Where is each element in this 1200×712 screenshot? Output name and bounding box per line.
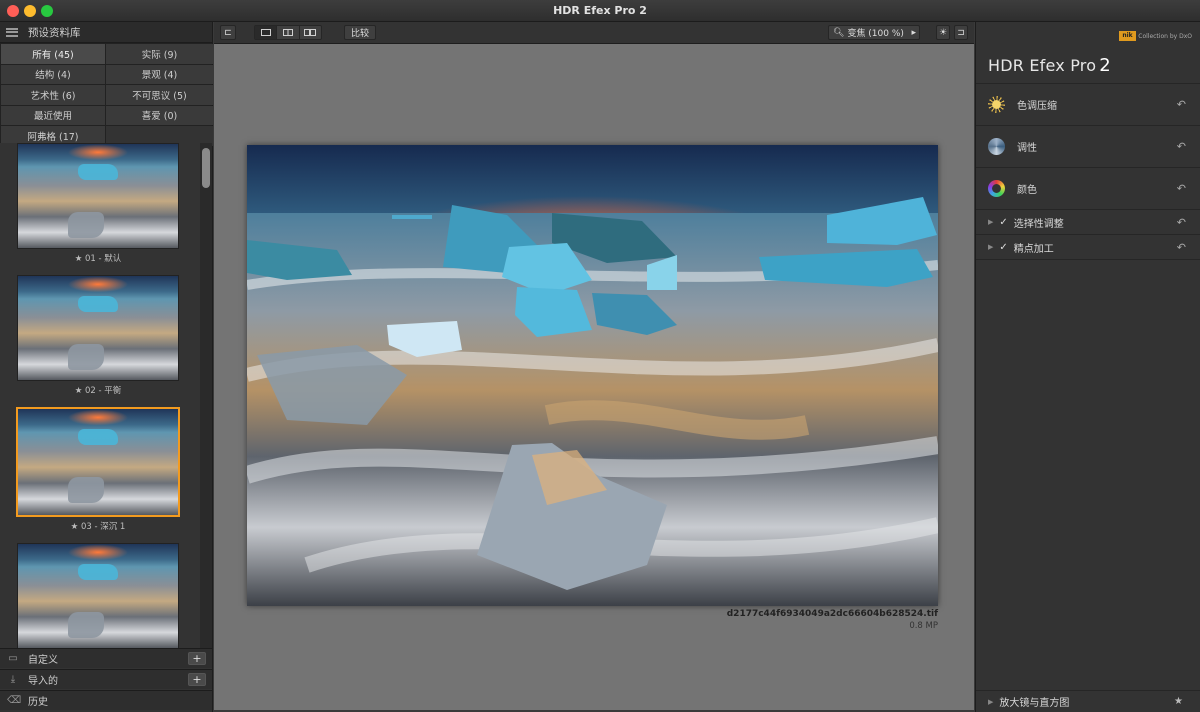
split-view-button[interactable] — [277, 26, 300, 39]
custom-presets-row[interactable]: ▭ 自定义 + — [0, 648, 212, 668]
preset-preview-image — [16, 407, 180, 517]
preset-thumbnail-list[interactable]: ★ 01 - 默认 ★ 02 - 平衡 ★ 03 - 深沉 1 — [0, 143, 200, 667]
imported-presets-row[interactable]: ⤓ 导入的 + — [0, 669, 212, 689]
toggle-left-panel-button[interactable]: ⊏ — [220, 25, 236, 40]
imported-presets-label: 导入的 — [28, 676, 58, 687]
folder-icon: ▭ — [8, 652, 18, 664]
split-view-icon — [282, 29, 293, 36]
loupe-histogram-bar[interactable]: ▶ 放大镜与直方图 ★ — [976, 690, 1200, 712]
expand-arrow-icon[interactable]: ▶ — [988, 243, 993, 251]
preview-photo[interactable] — [247, 145, 938, 606]
side-by-side-view-icon — [304, 29, 317, 36]
preset-caption: ★ 01 - 默认 — [74, 254, 122, 264]
nik-logo: nik — [1119, 31, 1136, 41]
category-landscape[interactable]: 景观 (4) — [106, 64, 213, 84]
history-icon: ⌫ — [7, 694, 22, 706]
loupe-histogram-label: 放大镜与直方图 — [999, 698, 1070, 709]
preset-scrollbar[interactable] — [200, 143, 212, 667]
reset-tonality-button[interactable]: ↶ — [1177, 140, 1186, 153]
preset-scrollbar-thumb[interactable] — [202, 148, 210, 188]
window-title: HDR Efex Pro 2 — [553, 4, 647, 17]
color-wheel-icon — [988, 180, 1005, 197]
category-structure[interactable]: 结构 (4) — [1, 64, 105, 84]
preset-library-header[interactable]: 预设资料库 — [0, 22, 212, 43]
enable-checkbox[interactable]: ✓ — [999, 242, 1007, 253]
preset-caption: ★ 02 - 平衡 — [74, 386, 122, 396]
preset-thumbnail[interactable]: ★ 02 - 平衡 — [17, 275, 179, 396]
section-label: 颜色 — [1017, 185, 1037, 196]
category-surreal[interactable]: 不可思议 (5) — [106, 85, 213, 105]
custom-presets-label: 自定义 — [28, 655, 58, 666]
panel-toggle-icon: ⊏ — [224, 27, 232, 38]
brand-header: nik Collection by DxO HDR Efex Pro 2 — [976, 22, 1200, 84]
section-label: 精点加工 — [1013, 243, 1054, 255]
category-realistic[interactable]: 实际 (9) — [106, 44, 213, 64]
preset-thumbnail[interactable] — [17, 543, 179, 664]
reset-selective-button[interactable]: ↶ — [1177, 216, 1186, 229]
section-tone-compression[interactable]: 色调压缩 ↶ — [976, 84, 1200, 126]
add-custom-preset-button[interactable]: + — [188, 652, 206, 665]
section-tonality[interactable]: 调性 ↶ — [976, 126, 1200, 168]
preset-library-panel: 预设资料库 所有 (45) 实际 (9) 结构 (4) 景观 (4) 艺术性 (… — [0, 22, 213, 712]
panel-toggle-icon: ⊐ — [957, 27, 965, 38]
top-toolbar: ⊏ 比较 🔍︎ 变焦 (100 %) ▸ ☀ ⊐ — [214, 22, 974, 44]
expand-arrow-icon[interactable]: ▶ — [988, 218, 993, 226]
preset-preview-image — [17, 275, 179, 381]
section-finishing[interactable]: ▶ ✓ 精点加工 ↶ — [976, 235, 1200, 260]
zoom-label: 变焦 (100 %) — [847, 29, 904, 39]
file-size: 0.8 MP — [909, 621, 938, 631]
section-label: 调性 — [1017, 143, 1037, 154]
lightbulb-icon: ☀ — [938, 27, 948, 38]
preset-thumbnail-selected[interactable]: ★ 03 - 深沉 1 — [16, 407, 180, 532]
preset-caption: ★ 03 - 深沉 1 — [70, 522, 126, 532]
section-label: 选择性调整 — [1013, 218, 1064, 230]
section-selective-adjustments[interactable]: ▶ ✓ 选择性调整 ↶ — [976, 210, 1200, 235]
category-favorites[interactable]: 喜爱 (0) — [106, 105, 213, 125]
category-artistic[interactable]: 艺术性 (6) — [1, 85, 105, 105]
download-icon: ⤓ — [10, 673, 16, 685]
history-row[interactable]: ⌫ 历史 — [0, 690, 212, 710]
section-color[interactable]: 颜色 ↶ — [976, 168, 1200, 210]
reset-color-button[interactable]: ↶ — [1177, 182, 1186, 195]
photo-render — [247, 145, 938, 606]
title-bar: HDR Efex Pro 2 — [0, 0, 1200, 22]
product-title: HDR Efex Pro — [988, 56, 1097, 75]
magnifier-icon: 🔍︎ — [833, 27, 845, 38]
section-label: 色调压缩 — [1017, 101, 1057, 112]
category-recent[interactable]: 最近使用 — [1, 105, 105, 125]
toggle-right-panel-button[interactable]: ⊐ — [954, 25, 968, 40]
enable-checkbox[interactable]: ✓ — [999, 217, 1007, 228]
background-toggle-button[interactable]: ☀ — [936, 25, 950, 40]
expand-arrow-icon[interactable]: ▶ — [988, 698, 993, 706]
import-preset-button[interactable]: + — [188, 673, 206, 686]
product-version: 2 — [1099, 55, 1111, 76]
single-view-button[interactable] — [255, 26, 278, 39]
single-view-icon — [260, 29, 271, 36]
category-all[interactable]: 所有 (45) — [1, 44, 105, 64]
reset-tone-compression-button[interactable]: ↶ — [1177, 98, 1186, 111]
sun-icon — [988, 96, 1005, 113]
dxo-credit: Collection by DxO — [1138, 33, 1192, 40]
zoom-arrow-icon: ▸ — [911, 27, 916, 38]
reset-finishing-button[interactable]: ↶ — [1177, 241, 1186, 254]
star-icon[interactable]: ★ — [1174, 696, 1183, 707]
side-by-side-view-button[interactable] — [299, 26, 321, 39]
preset-library-title: 预设资料库 — [28, 26, 81, 39]
preset-preview-image — [17, 543, 179, 649]
compare-button[interactable]: 比较 — [344, 25, 376, 40]
file-name: d2177c44f6934049a2dc66604b628524.tif — [726, 609, 938, 619]
menu-icon — [6, 27, 18, 37]
product-name: HDR Efex Pro 2 — [988, 55, 1111, 76]
preset-thumbnail[interactable]: ★ 01 - 默认 — [17, 143, 179, 264]
preset-categories: 所有 (45) 实际 (9) 结构 (4) 景观 (4) 艺术性 (6) 不可思… — [0, 43, 213, 147]
adjustments-panel: nik Collection by DxO HDR Efex Pro 2 色调压缩… — [975, 22, 1200, 712]
image-canvas[interactable]: d2177c44f6934049a2dc66604b628524.tif 0.8… — [214, 44, 974, 710]
tonality-icon — [988, 138, 1005, 155]
preset-preview-image — [17, 143, 179, 249]
history-label: 历史 — [28, 697, 48, 708]
zoom-dropdown[interactable]: 🔍︎ 变焦 (100 %) ▸ — [828, 25, 920, 40]
view-mode-group — [254, 25, 322, 40]
